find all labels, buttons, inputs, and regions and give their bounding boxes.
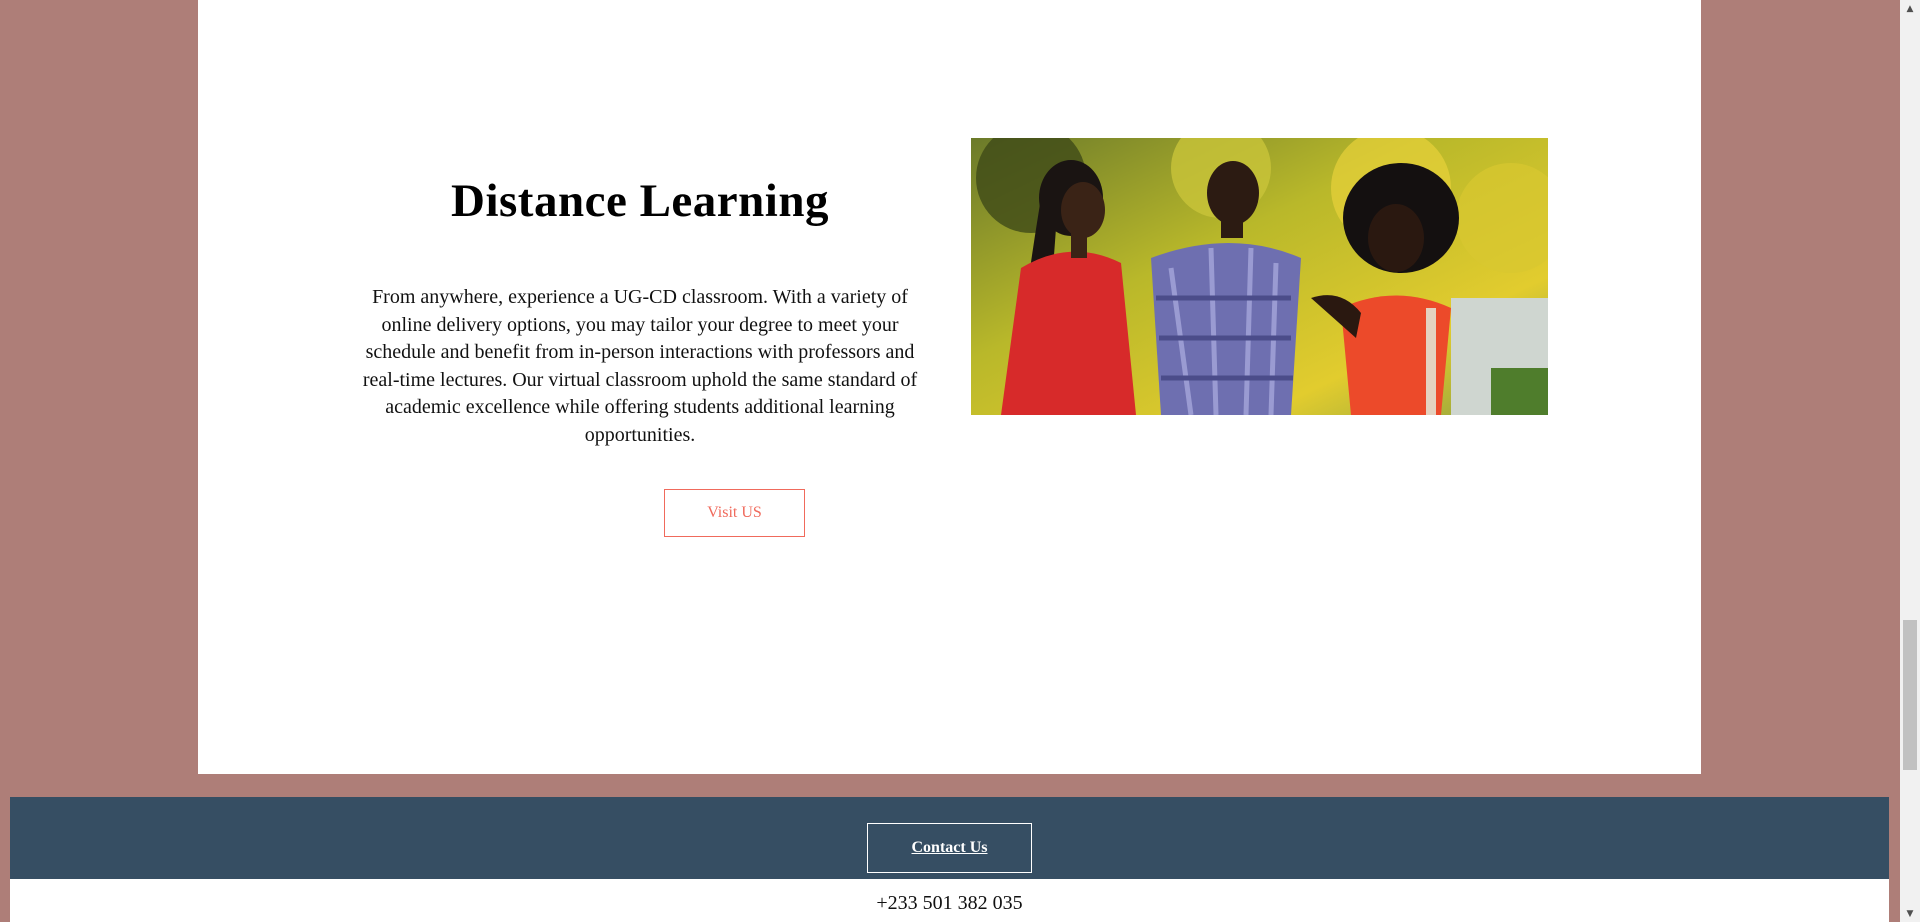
footer-bar: Contact Us [10,797,1889,879]
footer-contact-strip: +233 501 382 035 [10,879,1889,922]
scroll-up-arrow-icon[interactable]: ▲ [1900,0,1920,17]
students-photo [971,138,1548,415]
scrollbar-thumb[interactable] [1903,620,1917,770]
content-card: Distance Learning From anywhere, experie… [198,0,1701,774]
page-viewport: Distance Learning From anywhere, experie… [0,0,1920,922]
visit-us-button[interactable]: Visit US [664,489,805,537]
vertical-scrollbar[interactable]: ▲ ▼ [1900,0,1920,922]
contact-us-button[interactable]: Contact Us [867,823,1032,873]
section-heading: Distance Learning [451,175,829,227]
scroll-down-arrow-icon[interactable]: ▼ [1900,905,1920,922]
phone-number: +233 501 382 035 [876,892,1023,914]
students-photo-illustration [971,138,1548,415]
section-description: From anywhere, experience a UG-CD classr… [362,286,918,446]
text-column: Distance Learning From anywhere, experie… [350,170,930,450]
